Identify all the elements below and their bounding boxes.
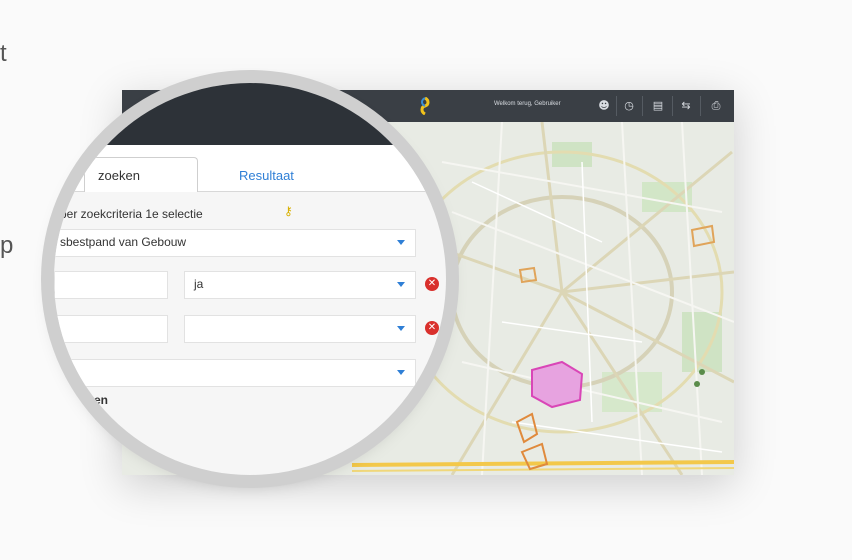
tab-search-label: zoeken xyxy=(98,168,140,183)
value-select-1-text: ja xyxy=(194,277,204,291)
toolbar-divider xyxy=(642,96,643,116)
map-icon[interactable]: ▤ xyxy=(650,98,666,114)
lens-header-bar xyxy=(54,83,446,145)
print-icon[interactable]: ⎙ xyxy=(708,98,724,114)
value-select-1[interactable] xyxy=(184,271,416,299)
key-icon: ⚷ xyxy=(284,204,293,218)
page-edge-letter-t: t xyxy=(0,40,7,67)
remove-row-icon[interactable]: ✕ xyxy=(425,277,439,291)
share-icon[interactable]: ⇆ xyxy=(678,98,694,114)
panel-footer-label: en xyxy=(94,393,109,407)
attribute-select-1[interactable] xyxy=(54,271,168,299)
toolbar-divider xyxy=(616,96,617,116)
toolbar-divider xyxy=(672,96,673,116)
tab-result[interactable]: Resultaat xyxy=(239,168,294,183)
toolbar-divider xyxy=(700,96,701,116)
chevron-down-icon[interactable] xyxy=(397,326,405,331)
attribute-select-2[interactable] xyxy=(54,315,168,343)
chevron-down-icon[interactable] xyxy=(397,370,405,375)
user-name[interactable]: Welkom terug, Gebruiker xyxy=(494,101,561,107)
add-criteria-select[interactable] xyxy=(54,359,416,387)
chevron-down-icon[interactable] xyxy=(397,240,405,245)
criteria-label: ber zoekcriteria 1e selectie xyxy=(60,207,203,221)
user-icon[interactable]: ☻ xyxy=(596,98,612,114)
chevron-down-icon[interactable] xyxy=(397,282,405,287)
page-edge-letter-p: p xyxy=(0,232,14,259)
object-select-value: sbestpand van Gebouw xyxy=(60,235,187,249)
clock-icon[interactable]: ◷ xyxy=(621,98,637,114)
magnifier-lens: zoeken Resultaat ber zoekcriteria 1e sel… xyxy=(54,83,446,475)
value-select-2[interactable] xyxy=(184,315,416,343)
remove-row-icon[interactable]: ✕ xyxy=(425,321,439,335)
